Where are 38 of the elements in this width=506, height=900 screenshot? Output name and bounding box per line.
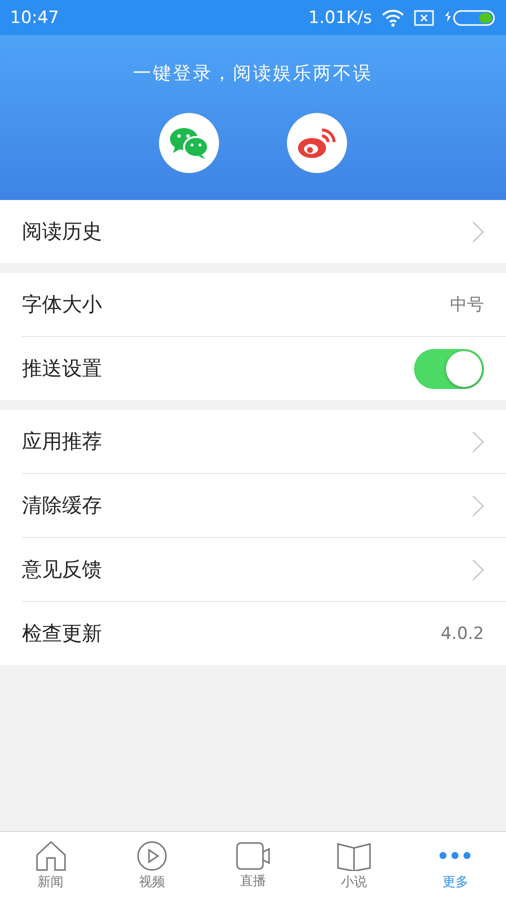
chat-bubbles-icon <box>169 126 209 160</box>
settings-row[interactable]: 意见反馈 <box>22 537 506 601</box>
network-speed: 1.01K/s <box>308 8 372 28</box>
setting-value: 4.0.2 <box>440 624 484 644</box>
play-circle-icon <box>136 841 167 871</box>
settings-row[interactable]: 检查更新 4.0.2 <box>22 601 506 665</box>
settings-row[interactable]: 字体大小 中号 <box>22 273 506 336</box>
house-icon <box>34 841 67 871</box>
setting-label: 检查更新 <box>22 620 103 647</box>
setting-label: 清除缓存 <box>22 492 103 519</box>
setting-label: 推送设置 <box>22 355 103 382</box>
chevron-right-icon <box>472 558 484 580</box>
tab[interactable]: 小说 <box>304 832 405 900</box>
tab[interactable]: 视频 <box>101 832 202 900</box>
settings-row[interactable]: 清除缓存 <box>22 473 506 537</box>
video-camera-icon <box>236 842 270 870</box>
settings-row[interactable]: 阅读历史 <box>22 200 506 263</box>
setting-label: 阅读历史 <box>22 218 103 245</box>
eye-waves-icon <box>296 126 338 160</box>
setting-label: 应用推荐 <box>22 428 103 455</box>
tab[interactable]: 新闻 <box>0 832 102 900</box>
settings-row[interactable]: 推送设置 <box>22 336 506 400</box>
login-slogan: 一键登录，阅读娱乐两不误 <box>133 62 373 85</box>
more-dots-icon <box>438 852 472 859</box>
no-sim-icon <box>414 10 434 26</box>
battery-icon <box>444 10 496 26</box>
setting-value: 中号 <box>450 294 484 316</box>
chevron-right-icon <box>472 494 484 516</box>
tab[interactable]: 直播 <box>202 832 304 900</box>
chevron-right-icon <box>472 430 484 452</box>
settings-row[interactable]: 应用推荐 <box>22 410 506 473</box>
open-book-icon <box>337 841 372 871</box>
setting-label: 字体大小 <box>22 291 103 318</box>
chevron-right-icon <box>472 220 484 242</box>
toggle-switch[interactable] <box>414 348 484 388</box>
status-time: 10:47 <box>10 8 59 28</box>
wifi-icon <box>382 8 404 26</box>
setting-label: 意见反馈 <box>22 556 103 583</box>
